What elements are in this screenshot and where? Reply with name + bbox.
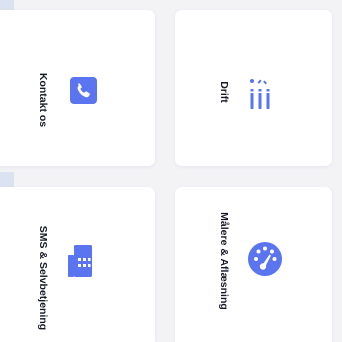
building-icon: [68, 245, 92, 277]
tile-label: Målere & Aflæsning: [218, 212, 230, 310]
tile-sms-selvbetjening[interactable]: SMS & Selvbetjening: [0, 187, 155, 342]
tile-kontakt-os[interactable]: Kontakt os: [0, 10, 155, 166]
wrench-tools-icon: [250, 79, 270, 109]
tile-maalere-aflaesning[interactable]: Målere & Aflæsning: [175, 187, 332, 342]
tile-label: Kontakt os: [37, 72, 49, 128]
gauge-meter-icon: [248, 242, 282, 276]
tile-label: SMS & Selvbetjening: [37, 225, 49, 331]
phone-icon: [70, 77, 97, 104]
tile-drift[interactable]: Drift: [175, 10, 332, 166]
tile-grid: Kontakt os Drift SMS & Selvbetjening Mål…: [0, 0, 342, 342]
tile-label: Drift: [218, 81, 230, 103]
